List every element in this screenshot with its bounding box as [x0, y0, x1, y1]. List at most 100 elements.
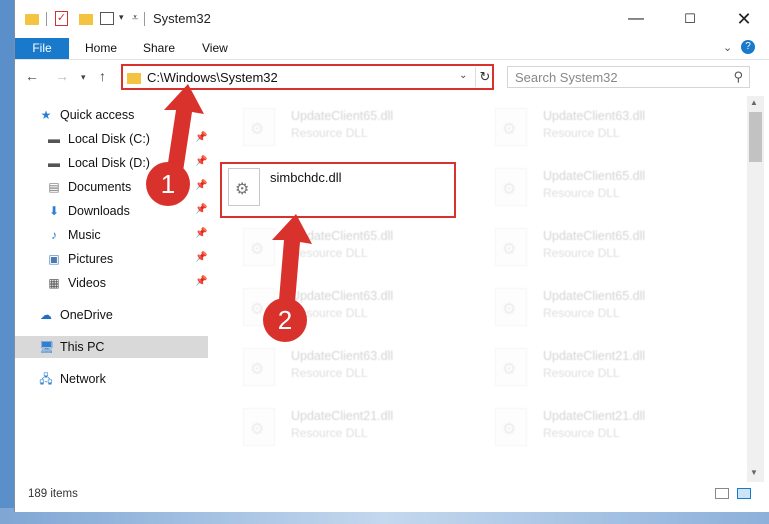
file-item[interactable]: UpdateClient65.dll Resource DLL — [485, 160, 725, 216]
network-icon: 🖧 — [39, 372, 53, 386]
chevron-down-icon[interactable]: ⌄ — [459, 70, 467, 81]
new-folder-icon[interactable] — [79, 14, 93, 25]
large-icons-view-icon[interactable] — [737, 488, 751, 499]
address-bar[interactable]: C:\Windows\System32 ⌄ ↻ — [121, 64, 494, 90]
file-name: UpdateClient63.dll — [291, 289, 394, 303]
sidebar-item-pictures[interactable]: ▣ Pictures 📌 — [15, 248, 208, 270]
dll-file-icon — [495, 228, 527, 266]
address-path[interactable]: C:\Windows\System32 — [147, 70, 278, 85]
file-description: Resource DLL — [291, 246, 368, 260]
sidebar-item-downloads[interactable]: ⬇ Downloads 📌 — [15, 200, 208, 222]
window-title: System32 — [153, 11, 211, 26]
search-icon[interactable]: ⚲ — [733, 69, 743, 85]
expand-ribbon-icon[interactable]: ⌄ — [723, 41, 732, 54]
file-item[interactable]: UpdateClient63.dll Resource DLL — [233, 340, 473, 396]
sidebar-item-label: This PC — [60, 340, 105, 354]
close-button[interactable]: ✕ — [721, 6, 767, 32]
file-name: UpdateClient65.dll — [543, 169, 646, 183]
file-name: UpdateClient21.dll — [543, 349, 646, 363]
file-item[interactable]: UpdateClient65.dll Resource DLL — [233, 220, 473, 276]
dll-file-icon — [495, 108, 527, 146]
help-icon[interactable]: ? — [741, 40, 755, 54]
chevron-down-icon[interactable]: ▾ — [119, 12, 124, 30]
sidebar-item-label: Network — [60, 372, 106, 386]
folder-icon — [25, 14, 39, 25]
properties-check-icon[interactable]: ✓ — [55, 11, 68, 26]
tab-file[interactable]: File — [15, 38, 69, 59]
file-item[interactable]: UpdateClient63.dll Resource DLL — [485, 100, 725, 156]
file-item[interactable]: UpdateClient21.dll Resource DLL — [485, 340, 725, 396]
search-input[interactable]: Search System32 ⚲ — [507, 66, 750, 88]
vertical-scrollbar[interactable]: ▲ ▼ — [747, 96, 764, 482]
pin-icon[interactable]: 📌 — [195, 228, 207, 239]
documents-icon: ▤ — [48, 180, 60, 194]
minimize-button[interactable]: — — [613, 6, 659, 32]
file-description: Resource DLL — [543, 186, 620, 200]
scroll-down-icon[interactable]: ▼ — [750, 468, 758, 477]
tab-view[interactable]: View — [190, 38, 240, 59]
sidebar-item-label: OneDrive — [60, 308, 113, 322]
file-description: Resource DLL — [543, 306, 620, 320]
divider — [144, 12, 145, 26]
back-button[interactable]: ← — [25, 68, 39, 84]
folder-icon — [127, 73, 141, 84]
sidebar-item-music[interactable]: ♪ Music 📌 — [15, 224, 208, 246]
details-view-icon[interactable] — [715, 488, 729, 499]
up-button[interactable]: ↑ — [99, 68, 106, 84]
file-name: UpdateClient21.dll — [291, 409, 394, 423]
scroll-up-icon[interactable]: ▲ — [750, 98, 758, 107]
pin-icon[interactable]: 📌 — [195, 204, 207, 215]
pin-icon[interactable]: 📌 — [195, 180, 207, 191]
file-item[interactable]: UpdateClient21.dll Resource DLL — [485, 400, 725, 456]
sidebar-item-quick-access[interactable]: ★ Quick access — [15, 104, 208, 126]
pictures-icon: ▣ — [48, 252, 60, 266]
dll-file-icon — [243, 228, 275, 266]
tab-home[interactable]: Home — [73, 38, 129, 59]
file-description: Resource DLL — [543, 126, 620, 140]
music-icon: ♪ — [51, 228, 57, 242]
status-bar: 189 items — [15, 482, 769, 506]
highlighted-file-item[interactable]: simbchdc.dll — [220, 162, 456, 218]
search-placeholder: Search System32 — [515, 70, 618, 85]
tab-share[interactable]: Share — [131, 38, 187, 59]
pin-icon[interactable]: 📌 — [195, 252, 207, 263]
sidebar-item-label: Quick access — [60, 108, 135, 122]
pin-icon[interactable]: 📌 — [195, 156, 207, 167]
dll-file-icon — [243, 408, 275, 446]
file-name: UpdateClient65.dll — [543, 289, 646, 303]
file-item[interactable]: UpdateClient65.dll Resource DLL — [233, 100, 473, 156]
refresh-button[interactable]: ↻ — [475, 67, 494, 87]
drive-icon: ▬ — [48, 156, 60, 170]
sidebar-item-label: Pictures — [68, 252, 114, 266]
file-description: Resource DLL — [543, 246, 620, 260]
sidebar-item-label: Documents — [68, 180, 132, 194]
step-2-badge: 2 — [263, 298, 307, 342]
sidebar-item-label: Videos — [68, 276, 106, 290]
file-name: UpdateClient63.dll — [291, 349, 394, 363]
sidebar-item-network[interactable]: 🖧 Network — [15, 368, 208, 390]
sidebar-item-onedrive[interactable]: ☁ OneDrive — [15, 304, 208, 326]
file-item[interactable]: UpdateClient21.dll Resource DLL — [233, 400, 473, 456]
videos-icon: ▦ — [48, 276, 60, 290]
forward-button[interactable]: → — [55, 68, 69, 84]
sidebar-item-local-disk-c[interactable]: ▬ Local Disk (C:) 📌 — [15, 128, 208, 150]
file-item[interactable]: UpdateClient65.dll Resource DLL — [485, 220, 725, 276]
scrollbar-thumb[interactable] — [749, 112, 762, 162]
file-item[interactable]: UpdateClient65.dll Resource DLL — [485, 280, 725, 336]
title-bar: ✓ ▾ ⩡ System32 — ☐ ✕ — [15, 0, 769, 38]
sidebar-item-this-pc[interactable]: 🖥 This PC — [15, 336, 208, 358]
pin-icon[interactable]: 📌 — [195, 276, 207, 287]
properties-icon[interactable] — [100, 12, 114, 25]
pin-icon[interactable]: 📌 — [195, 132, 207, 143]
navigation-pane: ★ Quick access ▬ Local Disk (C:) 📌 ▬ Loc… — [15, 100, 208, 482]
recent-locations-button[interactable]: ▾ — [81, 72, 86, 83]
dll-file-icon — [243, 348, 275, 386]
divider — [46, 12, 47, 26]
file-name: UpdateClient21.dll — [543, 409, 646, 423]
maximize-button[interactable]: ☐ — [667, 6, 713, 32]
step-1-badge: 1 — [146, 162, 190, 206]
sidebar-item-videos[interactable]: ▦ Videos 📌 — [15, 272, 208, 294]
customize-toolbar-icon[interactable]: ⩡ — [132, 12, 138, 30]
file-name: simbchdc.dll — [270, 170, 342, 185]
file-description: Resource DLL — [291, 366, 368, 380]
